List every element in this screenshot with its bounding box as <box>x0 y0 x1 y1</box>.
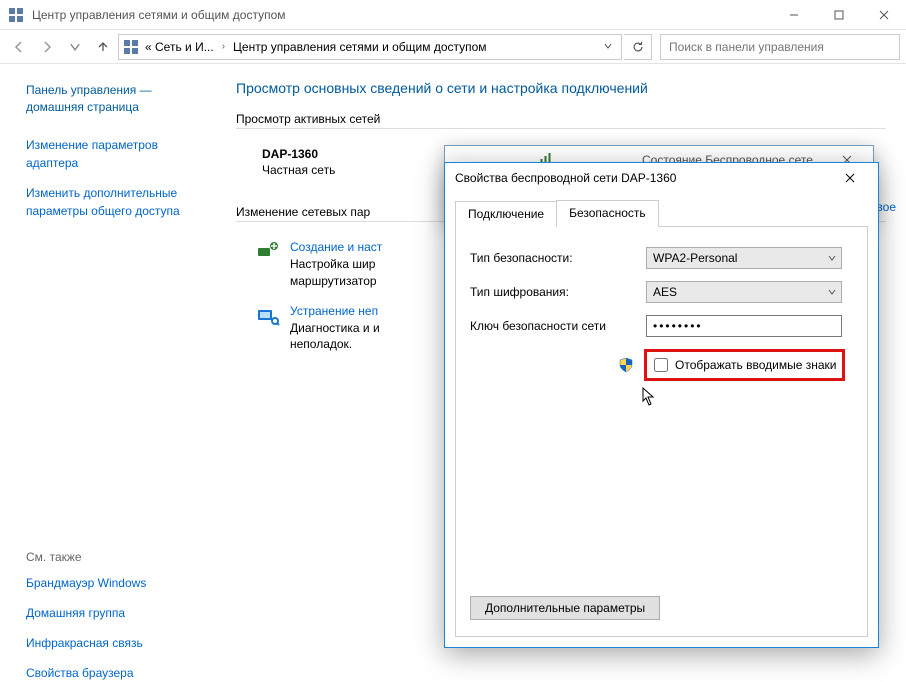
chevron-down-icon <box>827 287 837 297</box>
breadcrumb-dropdown-button[interactable] <box>597 40 619 54</box>
titlebar: Центр управления сетями и общим доступом <box>0 0 906 30</box>
advanced-button[interactable]: Дополнительные параметры <box>470 596 660 620</box>
dialog-titlebar: Свойства беспроводной сети DAP-1360 <box>445 163 878 193</box>
sidebar-link-sharing[interactable]: Изменить дополнительные параметры общего… <box>26 184 220 220</box>
search-input[interactable] <box>667 39 893 55</box>
see-also-firewall[interactable]: Брандмауэр Windows <box>26 574 220 592</box>
label-network-key: Ключ безопасности сети <box>470 319 646 333</box>
history-dropdown-button[interactable] <box>62 34 88 60</box>
breadcrumb-part[interactable]: Центр управления сетями и общим доступом <box>229 40 491 54</box>
chevron-right-icon: › <box>220 41 227 52</box>
active-networks-label: Просмотр активных сетей <box>236 112 886 126</box>
breadcrumb-part[interactable]: « Сеть и И... <box>141 40 218 54</box>
search-box[interactable] <box>660 34 900 60</box>
task-trouble-title[interactable]: Устранение неп <box>290 304 380 318</box>
label-security-type: Тип безопасности: <box>470 251 646 265</box>
window-title: Центр управления сетями и общим доступом <box>32 8 771 22</box>
dialog-close-button[interactable] <box>830 164 870 192</box>
security-type-combo[interactable]: WPA2-Personal <box>646 247 842 269</box>
new-connection-icon <box>256 240 280 264</box>
up-button[interactable] <box>90 34 116 60</box>
sidebar-home-link[interactable]: Панель управления — домашняя страница <box>26 82 220 116</box>
network-key-input[interactable] <box>646 315 842 337</box>
close-button[interactable] <box>861 0 906 29</box>
divider <box>236 128 886 129</box>
show-characters-checkbox[interactable] <box>654 358 668 372</box>
encryption-combo[interactable]: AES <box>646 281 842 303</box>
page-heading: Просмотр основных сведений о сети и наст… <box>236 80 886 96</box>
label-encryption: Тип шифрования: <box>470 285 646 299</box>
back-button[interactable] <box>6 34 32 60</box>
see-also-infrared[interactable]: Инфракрасная связь <box>26 634 220 652</box>
troubleshoot-icon <box>256 304 280 328</box>
sidebar-link-adapter[interactable]: Изменение параметров адаптера <box>26 136 220 172</box>
wireless-properties-dialog: Свойства беспроводной сети DAP-1360 Подк… <box>444 162 879 648</box>
refresh-button[interactable] <box>624 34 652 60</box>
sidebar: Панель управления — домашняя страница Из… <box>0 64 230 650</box>
minimize-button[interactable] <box>771 0 816 29</box>
show-characters-highlight: Отображать вводимые знаки <box>644 349 845 381</box>
show-characters-label[interactable]: Отображать вводимые знаки <box>675 358 836 372</box>
network-center-icon <box>123 39 139 55</box>
chevron-down-icon <box>827 253 837 263</box>
forward-button[interactable] <box>34 34 60 60</box>
tab-security[interactable]: Безопасность <box>556 200 659 227</box>
task-create-title[interactable]: Создание и наст <box>290 240 382 254</box>
breadcrumb[interactable]: « Сеть и И... › Центр управления сетями … <box>118 34 622 60</box>
network-center-icon <box>8 7 24 23</box>
tab-body-security: Тип безопасности: WPA2-Personal Тип шифр… <box>455 227 868 637</box>
task-trouble-desc: Диагностика и и неполадок. <box>290 320 380 354</box>
security-type-value: WPA2-Personal <box>653 251 737 265</box>
see-also-label: См. также <box>26 550 220 564</box>
see-also-browser[interactable]: Свойства браузера <box>26 664 220 682</box>
tab-strip: Подключение Безопасность <box>445 193 878 226</box>
uac-shield-icon <box>618 357 634 373</box>
dialog-title: Свойства беспроводной сети DAP-1360 <box>455 171 830 185</box>
task-create-desc: Настройка шир маршрутизатор <box>290 256 382 290</box>
connection-link-peek[interactable]: вое <box>876 200 896 214</box>
see-also-homegroup[interactable]: Домашняя группа <box>26 604 220 622</box>
address-bar: « Сеть и И... › Центр управления сетями … <box>0 30 906 64</box>
cursor-icon <box>642 387 656 407</box>
maximize-button[interactable] <box>816 0 861 29</box>
tab-connection[interactable]: Подключение <box>455 201 557 227</box>
encryption-value: AES <box>653 285 677 299</box>
